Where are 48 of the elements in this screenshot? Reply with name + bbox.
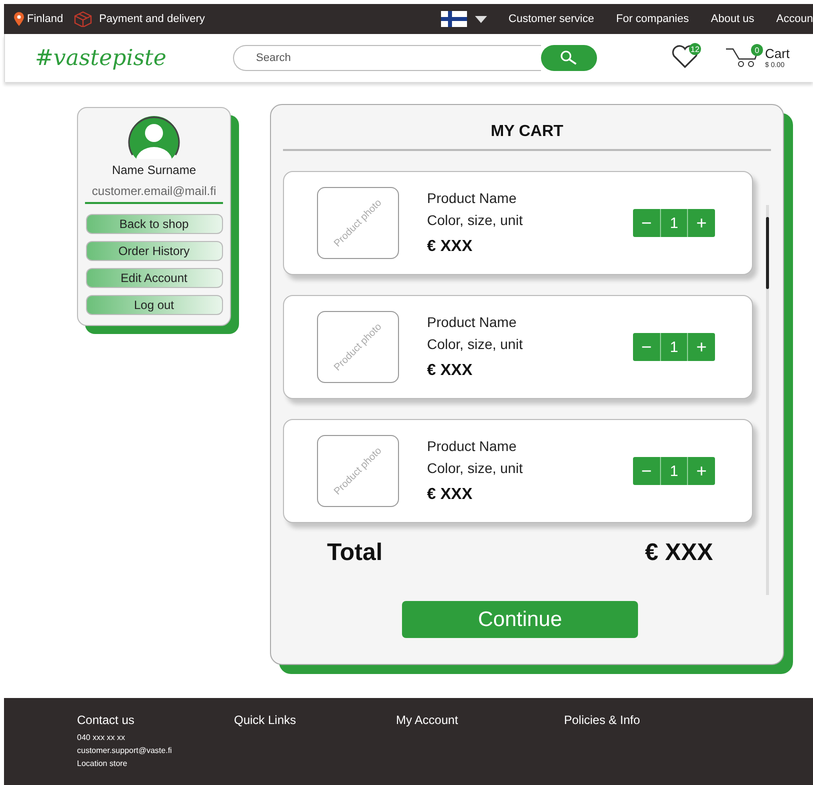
product-price: € XXX xyxy=(427,362,474,380)
wishlist-count-badge: 12 xyxy=(689,43,701,55)
product-price: € XXX xyxy=(427,238,474,256)
product-name: Product Name xyxy=(427,438,518,454)
total-amount: € XXX xyxy=(644,539,713,567)
top-nav-link[interactable]: For companies xyxy=(616,13,689,25)
footer-heading: Policies & Info xyxy=(564,713,642,727)
product-details: Color, size, unit xyxy=(427,336,524,352)
profile-email: customer.email@mail.fi xyxy=(85,184,223,204)
dropdown-caret-icon[interactable] xyxy=(474,16,487,22)
profile-name: Name Surname xyxy=(112,163,196,177)
profile-menu-button[interactable]: Order History xyxy=(86,241,222,261)
quantity-value: 1 xyxy=(660,457,688,485)
footer-text: Location store xyxy=(77,758,128,770)
total-label: Total xyxy=(327,539,383,567)
product-details: Color, size, unit xyxy=(427,212,524,228)
profile-menu-button[interactable]: Back to shop xyxy=(86,214,222,234)
footer-heading: Contact us xyxy=(77,713,136,727)
quantity-value: 1 xyxy=(660,209,688,237)
top-nav-link[interactable]: Customer service xyxy=(508,13,594,25)
footer-text: 040 xxx xx xx xyxy=(77,732,126,744)
product-price: € XXX xyxy=(427,486,474,504)
location-pin-icon xyxy=(14,12,24,26)
heart-icon[interactable] xyxy=(671,45,699,69)
cart-label[interactable]: Cart xyxy=(765,47,790,60)
cart-title: MY CART xyxy=(283,123,771,151)
product-details: Color, size, unit xyxy=(427,460,524,476)
footer-text: customer.support@vaste.fi xyxy=(77,745,173,757)
scrollbar-thumb[interactable] xyxy=(766,217,769,289)
location-link[interactable]: Finland xyxy=(27,13,64,25)
search-button[interactable] xyxy=(541,45,597,71)
cart-icon[interactable] xyxy=(725,46,759,68)
cart-count-badge: 0 xyxy=(751,44,763,56)
profile-menu-button[interactable]: Log out xyxy=(86,295,222,315)
avatar-icon xyxy=(128,115,180,159)
search-field[interactable]: Search xyxy=(233,45,541,71)
profile-menu-button[interactable]: Edit Account xyxy=(86,268,222,288)
footer-heading: Quick Links xyxy=(234,713,298,727)
box-icon xyxy=(73,11,94,27)
search-icon xyxy=(560,50,578,66)
flag-icon[interactable] xyxy=(440,11,467,27)
top-nav-link[interactable]: About us xyxy=(710,13,754,25)
product-name: Product Name xyxy=(427,190,518,206)
footer-heading: My Account xyxy=(396,713,460,727)
product-name: Product Name xyxy=(427,314,518,330)
top-nav-link[interactable]: Accoun xyxy=(776,13,813,25)
quantity-value: 1 xyxy=(660,333,688,361)
delivery-link[interactable]: Payment and delivery xyxy=(99,13,205,25)
